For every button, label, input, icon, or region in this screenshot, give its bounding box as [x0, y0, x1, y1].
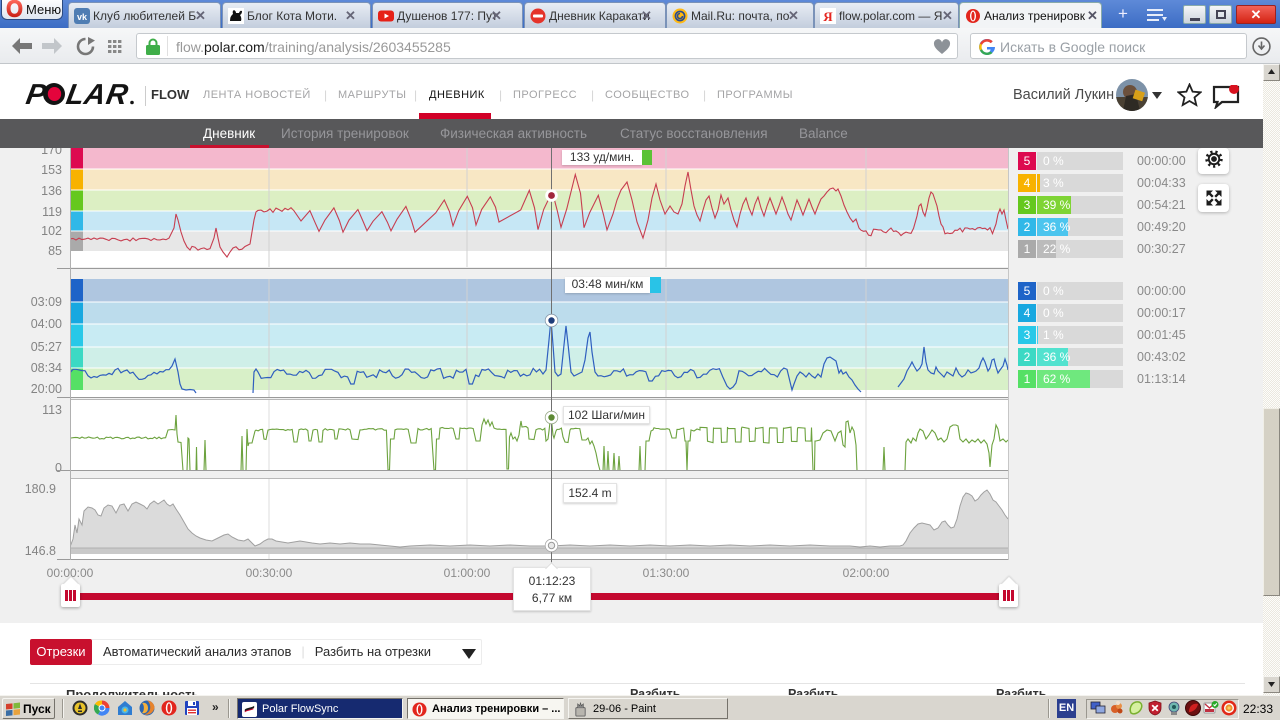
svg-text:R: R: [104, 81, 131, 107]
svg-text:vk: vk: [77, 12, 88, 22]
svg-text:Я: Я: [823, 9, 833, 24]
